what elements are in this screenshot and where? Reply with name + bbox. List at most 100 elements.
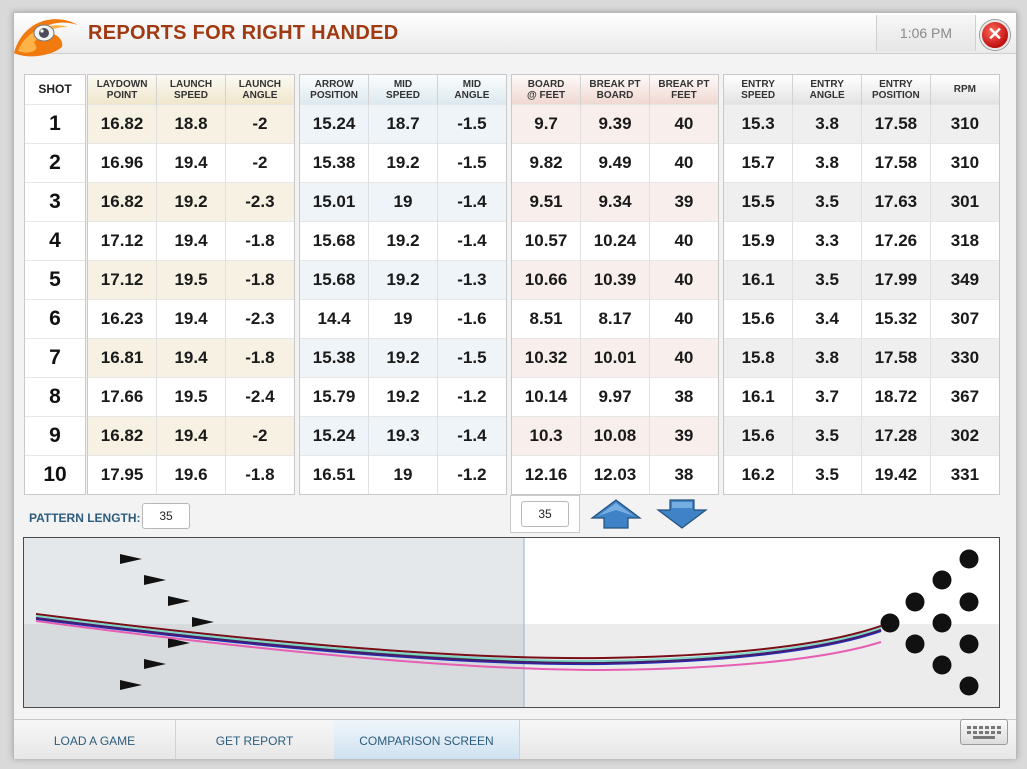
table-cell: -2.4 (225, 377, 294, 417)
table-row[interactable]: 17.12 19.4 -1.8 (88, 221, 294, 261)
table-cell: 19.2 (368, 338, 438, 378)
table-row[interactable]: 10.66 10.39 40 (512, 260, 718, 300)
table-row[interactable]: 16.51 19 -1.2 (300, 455, 506, 494)
table-row[interactable]: 7 (25, 338, 85, 378)
bottom-toolbar: LOAD A GAME GET REPORT COMPARISON SCREEN (14, 719, 1016, 759)
keyboard-button[interactable] (960, 719, 1008, 745)
table-row[interactable]: 16.82 19.2 -2.3 (88, 182, 294, 222)
table-row[interactable]: 12.16 12.03 38 (512, 455, 718, 494)
table-row[interactable]: 15.7 3.8 17.58 310 (724, 143, 999, 183)
table-row[interactable]: 9.7 9.39 40 (512, 104, 718, 144)
shot-number: 2 (25, 143, 85, 183)
column-header-text: RPM (953, 84, 976, 95)
table-row[interactable]: 16.1 3.5 17.99 349 (724, 260, 999, 300)
table-row[interactable]: 16.23 19.4 -2.3 (88, 299, 294, 339)
table-cell: 15.38 (300, 338, 370, 378)
entry-table: ENTRY SPEED ENTRY ANGLE ENTRY POSITION RPM 15.3… (724, 75, 999, 494)
table-row[interactable]: 10.14 9.97 38 (512, 377, 718, 417)
table-cell: 16.23 (88, 299, 158, 339)
table-cell: 15.7 (724, 143, 794, 183)
table-row[interactable]: 15.24 18.7 -1.5 (300, 104, 506, 144)
table-row[interactable]: 15.24 19.3 -1.4 (300, 416, 506, 456)
table-cell: -1.4 (437, 416, 506, 456)
table-cell: 15.8 (724, 338, 794, 378)
load-a-game-button[interactable]: LOAD A GAME (14, 720, 176, 759)
arrow-down-button[interactable] (654, 498, 710, 530)
table-cell: 19.4 (156, 299, 226, 339)
table-row[interactable]: 16.96 19.4 -2 (88, 143, 294, 183)
table-row[interactable]: 5 (25, 260, 85, 300)
table-cell: 17.26 (861, 221, 931, 261)
table-row[interactable]: 10.3 10.08 39 (512, 416, 718, 456)
eye-logo-icon (14, 19, 78, 57)
table-row[interactable]: 6 (25, 299, 85, 339)
table-cell: 17.58 (861, 338, 931, 378)
table-cell: 3.8 (792, 338, 862, 378)
table-row[interactable]: 16.82 18.8 -2 (88, 104, 294, 144)
table-cell: 10.57 (512, 221, 582, 261)
table-row[interactable]: 17.95 19.6 -1.8 (88, 455, 294, 494)
pattern-length-label: PATTERN LENGTH: (29, 511, 141, 525)
table-row[interactable]: 2 (25, 143, 85, 183)
table-row[interactable]: 16.1 3.7 18.72 367 (724, 377, 999, 417)
table-row[interactable]: 15.01 19 -1.4 (300, 182, 506, 222)
table-row[interactable]: 15.68 19.2 -1.3 (300, 260, 506, 300)
comparison-screen-button[interactable]: COMPARISON SCREEN (334, 720, 520, 759)
table-row[interactable]: 15.38 19.2 -1.5 (300, 143, 506, 183)
title-bar: REPORTS FOR RIGHT HANDED 1:06 PM ✕ (14, 13, 1016, 57)
table-row[interactable]: 15.38 19.2 -1.5 (300, 338, 506, 378)
table-row[interactable]: 15.68 19.2 -1.4 (300, 221, 506, 261)
table-cell: -1.5 (437, 104, 506, 144)
table-row[interactable]: 8 (25, 377, 85, 417)
table-row[interactable]: 14.4 19 -1.6 (300, 299, 506, 339)
get-report-button[interactable]: GET REPORT (175, 720, 335, 759)
table-row[interactable]: 17.12 19.5 -1.8 (88, 260, 294, 300)
table-row[interactable]: 15.5 3.5 17.63 301 (724, 182, 999, 222)
table-row[interactable]: 16.2 3.5 19.42 331 (724, 455, 999, 494)
table-cell: 17.12 (88, 260, 158, 300)
table-row[interactable]: 9.51 9.34 39 (512, 182, 718, 222)
column-header: BOARD @ FEET (512, 75, 582, 105)
shot-number: 1 (25, 104, 85, 144)
table-cell: 3.5 (792, 182, 862, 222)
table-row[interactable]: 4 (25, 221, 85, 261)
table-row[interactable]: 15.6 3.5 17.28 302 (724, 416, 999, 456)
table-cell: 15.79 (300, 377, 370, 417)
table-row[interactable]: 8.51 8.17 40 (512, 299, 718, 339)
table-row[interactable]: 9 (25, 416, 85, 456)
table-row[interactable]: 10.32 10.01 40 (512, 338, 718, 378)
lane-drawing (24, 538, 999, 707)
table-row[interactable]: 15.8 3.8 17.58 330 (724, 338, 999, 378)
table-cell: 18.8 (156, 104, 226, 144)
pattern-length-input[interactable]: 35 (142, 503, 190, 529)
column-header-text: SHOT (38, 82, 72, 96)
breakpoint-input[interactable]: 35 (521, 501, 569, 527)
table-row[interactable]: 9.82 9.49 40 (512, 143, 718, 183)
table-row[interactable]: 15.6 3.4 15.32 307 (724, 299, 999, 339)
table-row[interactable]: 16.82 19.4 -2 (88, 416, 294, 456)
table-cell: 331 (930, 455, 999, 494)
table-row[interactable]: 1 (25, 104, 85, 144)
lane-diagram (23, 537, 1000, 708)
table-row[interactable]: 15.3 3.8 17.58 310 (724, 104, 999, 144)
table-row[interactable]: 15.9 3.3 17.26 318 (724, 221, 999, 261)
arrow-up-button[interactable] (588, 498, 644, 530)
table-row[interactable]: 17.66 19.5 -2.4 (88, 377, 294, 417)
shot-number: 9 (25, 416, 85, 456)
reports-window: REPORTS FOR RIGHT HANDED 1:06 PM ✕ SHOT 1… (13, 12, 1017, 759)
column-header-text: ANGLE (454, 89, 490, 101)
column-header: RPM (930, 75, 999, 105)
table-cell: 19.2 (368, 143, 438, 183)
shot-number: 3 (25, 182, 85, 222)
table-row[interactable]: 16.81 19.4 -1.8 (88, 338, 294, 378)
arrow-down-icon (656, 499, 708, 529)
table-row[interactable]: 3 (25, 182, 85, 222)
close-button[interactable]: ✕ (980, 20, 1010, 50)
table-cell: 40 (649, 104, 718, 144)
column-header-text: @ FEET (527, 89, 566, 101)
table-cell: 9.49 (580, 143, 650, 183)
table-row[interactable]: 10.57 10.24 40 (512, 221, 718, 261)
table-row[interactable]: 10 (25, 455, 85, 494)
table-row[interactable]: 15.79 19.2 -1.2 (300, 377, 506, 417)
table-cell: 17.58 (861, 143, 931, 183)
